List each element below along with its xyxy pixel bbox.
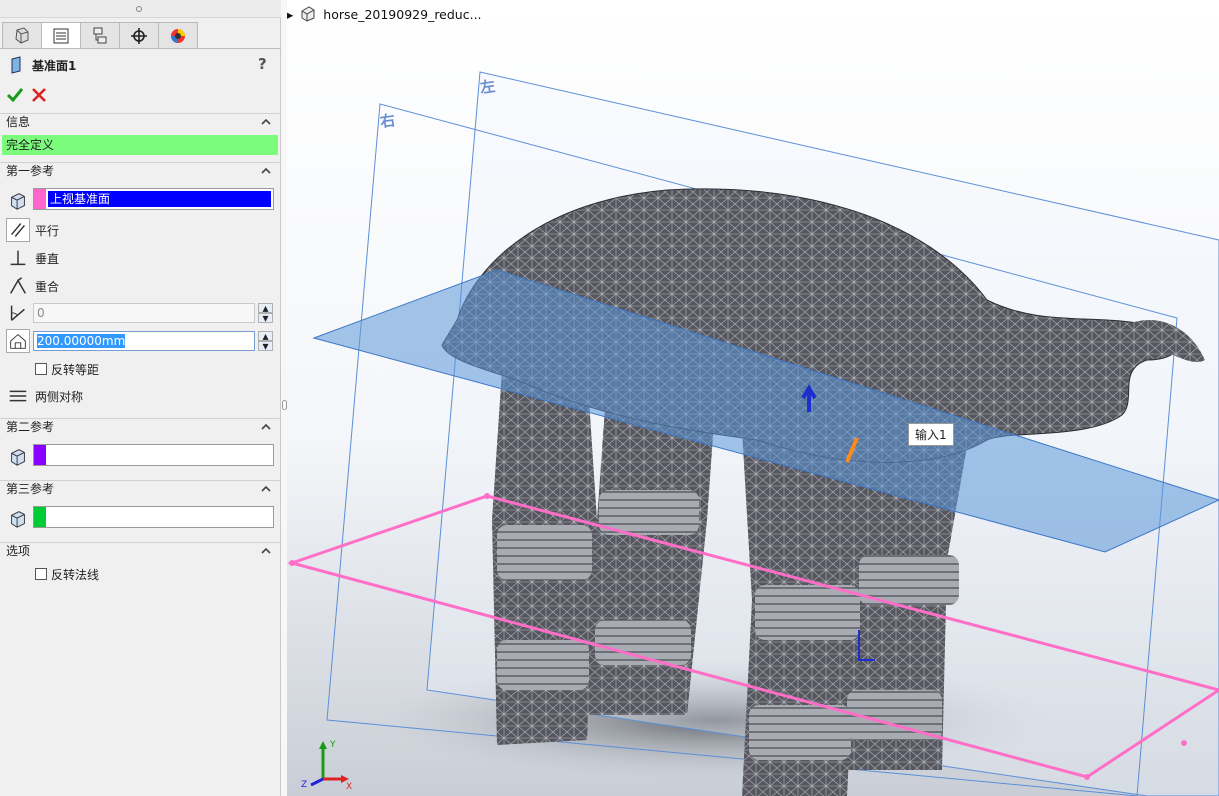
collapse-chevron-icon (261, 423, 271, 430)
section-second-ref-title: 第二参考 (6, 420, 55, 434)
collapse-chevron-icon (261, 167, 271, 174)
help-button[interactable]: ? (258, 55, 267, 73)
feature-tree-root[interactable]: ▸ horse_20190929_reduc... (287, 5, 482, 23)
spin-down-icon[interactable]: ▾ (258, 311, 273, 325)
part-icon (301, 6, 315, 22)
axis-triad-icon[interactable]: Y X Z (299, 735, 359, 791)
leg-ring (755, 585, 860, 640)
first-ref-selection-box[interactable]: 上视基准面 (33, 188, 274, 210)
model-scene[interactable] (287, 0, 1219, 796)
section-third-ref-header[interactable]: 第三参考 (0, 480, 281, 498)
right-plane-label: 右 (378, 111, 397, 131)
property-list-icon (53, 28, 69, 44)
offset-distance-value: 200.00000mm (37, 334, 126, 348)
part-name: horse_20190929_reduc... (323, 6, 482, 22)
perpendicular-icon[interactable] (6, 246, 30, 270)
property-manager: 基准面1 ? 信息 完全定义 第一参考 上视基准面 平行 垂直 重合 0 ▴ ▾ … (0, 0, 281, 796)
flip-offset-checkbox[interactable] (35, 363, 47, 375)
graphics-viewport[interactable]: ▸ horse_20190929_reduc... 左 右 输入1 Y X Z (287, 0, 1219, 796)
plane-handle[interactable] (289, 560, 295, 566)
coincident-icon[interactable] (6, 274, 30, 298)
perpendicular-label: 垂直 (35, 252, 60, 266)
collapse-chevron-icon (261, 485, 271, 492)
parallel-label: 平行 (35, 224, 60, 238)
collapse-chevron-icon (261, 118, 271, 125)
tabs-divider (0, 48, 281, 49)
mid-plane-icon[interactable] (6, 384, 30, 408)
leg-ring (497, 640, 589, 690)
section-options-header[interactable]: 选项 (0, 542, 281, 560)
x-axis-label: X (346, 782, 352, 791)
feature-title: 基准面1 (32, 58, 77, 73)
parallel-icon[interactable] (6, 218, 30, 242)
ok-check-icon[interactable] (6, 86, 24, 104)
y-axis-label: Y (329, 740, 336, 750)
second-ref-color-swatch (34, 445, 46, 465)
section-options-title: 选项 (6, 544, 31, 558)
grip-dot-icon (136, 6, 142, 12)
appearance-ball-icon (171, 28, 185, 43)
tab-dimxpert-manager[interactable] (119, 22, 159, 48)
crosshair-icon (131, 27, 147, 44)
plane-feature-icon (11, 56, 21, 74)
plane-handle[interactable] (1181, 740, 1187, 746)
tab-configuration-manager[interactable] (80, 22, 120, 48)
flip-offset-label: 反转等距 (51, 363, 100, 377)
angle-input[interactable]: 0 (33, 303, 255, 323)
spin-down-icon[interactable]: ▾ (258, 339, 273, 353)
section-second-ref-header[interactable]: 第二参考 (0, 418, 281, 436)
flip-normal-label: 反转法线 (51, 568, 100, 582)
coincident-label: 重合 (35, 280, 60, 294)
expand-arrow-icon[interactable]: ▸ (287, 7, 293, 22)
configuration-icon (93, 27, 107, 43)
input-callout[interactable]: 输入1 (908, 423, 954, 446)
offset-distance-icon[interactable] (6, 329, 30, 353)
collapse-chevron-icon (261, 547, 271, 554)
mid-plane-label: 两侧对称 (35, 390, 84, 404)
section-first-ref-title: 第一参考 (6, 164, 55, 178)
manager-tabs (2, 22, 198, 49)
third-ref-selection-box[interactable] (33, 506, 274, 528)
third-ref-color-swatch (34, 507, 46, 527)
feature-header: 基准面1 (8, 56, 76, 74)
section-info-title: 信息 (6, 115, 31, 129)
reference-entity-icon (11, 449, 25, 466)
plane-handle[interactable] (1084, 774, 1090, 780)
cancel-x-icon[interactable] (30, 86, 48, 104)
second-ref-selection-box[interactable] (33, 444, 274, 466)
section-info-header[interactable]: 信息 (0, 113, 281, 131)
offset-distance-input[interactable]: 200.00000mm (33, 331, 255, 351)
leg-ring (497, 525, 592, 580)
feature-tree-icon (15, 26, 29, 44)
tab-property-manager[interactable] (41, 22, 81, 49)
angle-spinner[interactable]: ▴ ▾ (258, 301, 273, 325)
distance-spinner[interactable]: ▴ ▾ (258, 329, 273, 353)
reference-entity-icon (11, 193, 25, 210)
first-ref-selection[interactable]: 上视基准面 (48, 191, 271, 207)
reference-entity-icon (11, 511, 25, 528)
first-ref-color-swatch (34, 189, 46, 209)
section-first-ref-header[interactable]: 第一参考 (0, 162, 281, 180)
plane-handle[interactable] (484, 493, 490, 499)
left-plane-label: 左 (478, 77, 497, 97)
section-third-ref-title: 第三参考 (6, 482, 55, 496)
angle-icon[interactable] (6, 301, 30, 325)
tab-display-manager[interactable] (158, 22, 198, 48)
status-message: 完全定义 (2, 135, 278, 155)
tab-feature-manager[interactable] (2, 22, 42, 48)
panel-drag-handle[interactable] (0, 0, 281, 18)
leg-ring (749, 705, 851, 760)
flip-normal-checkbox[interactable] (35, 568, 47, 580)
z-axis-label: Z (301, 780, 307, 790)
